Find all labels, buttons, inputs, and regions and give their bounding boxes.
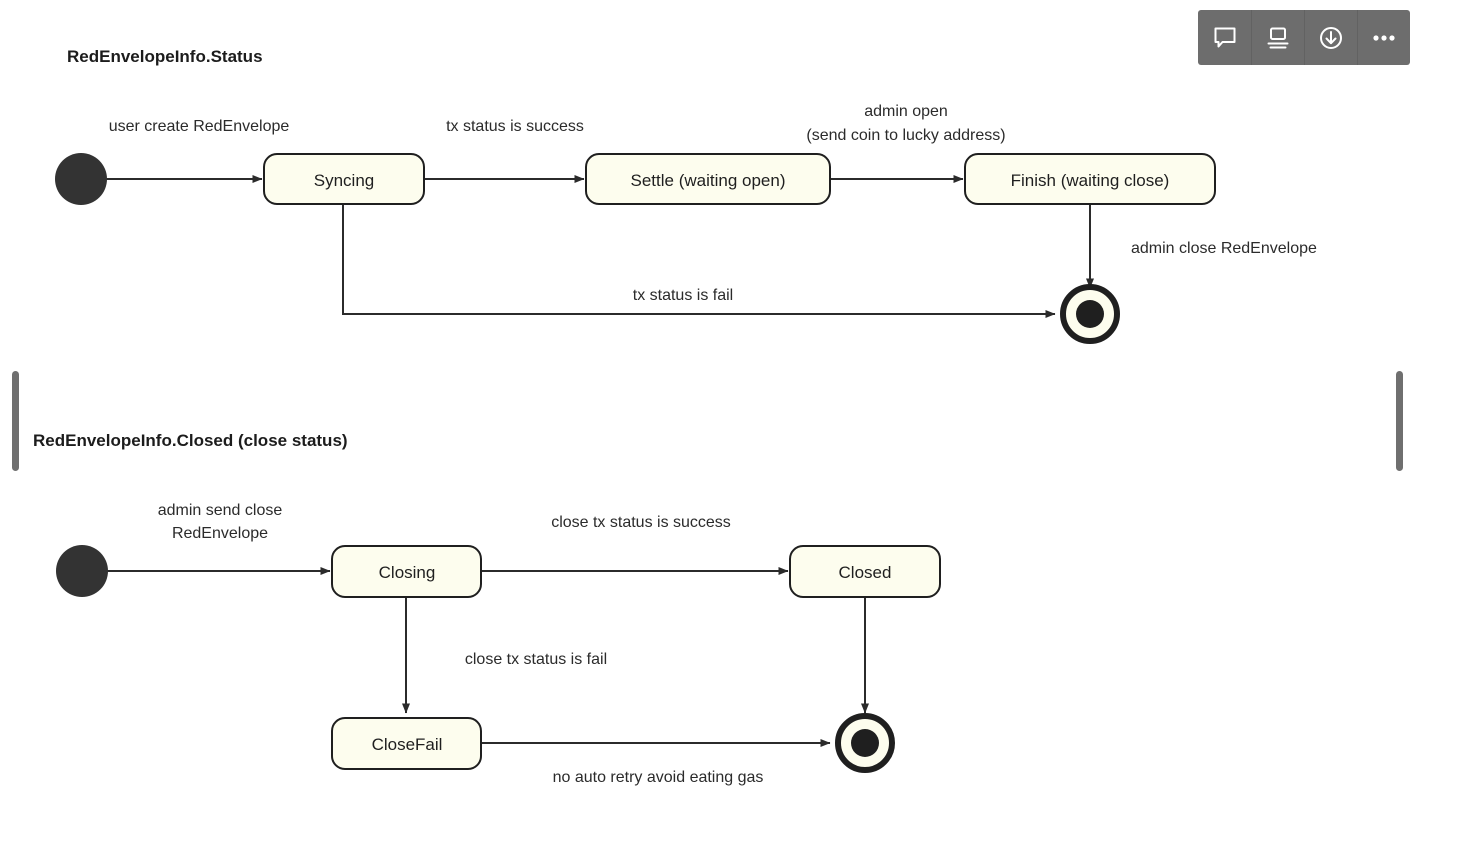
present-button[interactable] <box>1251 10 1304 65</box>
state-node-finish[interactable]: Finish (waiting close) <box>964 153 1216 205</box>
start-state-node-2 <box>56 545 108 597</box>
state-node-syncing-label: Syncing <box>314 171 374 190</box>
resize-handle-right[interactable] <box>1396 371 1403 471</box>
state-node-closing-label: Closing <box>379 563 436 582</box>
edge-label-no-auto-retry: no auto retry avoid eating gas <box>553 769 764 786</box>
edge-label-admin-open-line1: admin open <box>864 103 948 120</box>
more-icon <box>1370 25 1398 51</box>
edge-label-admin-send-close-line1: admin send close <box>158 502 283 519</box>
state-diagram-closed: Closing Closed CloseFail admin send clos… <box>56 502 941 786</box>
present-icon <box>1265 25 1291 51</box>
edge-label-user-create: user create RedEnvelope <box>109 118 290 135</box>
resize-handle-left[interactable] <box>12 371 19 471</box>
floating-toolbar <box>1198 10 1410 65</box>
state-node-finish-label: Finish (waiting close) <box>1011 171 1170 190</box>
state-node-closing[interactable]: Closing <box>331 545 482 598</box>
edge-label-admin-close: admin close RedEnvelope <box>1131 240 1317 257</box>
page-title-closed: RedEnvelopeInfo.Closed (close status) <box>33 431 348 450</box>
state-node-closefail[interactable]: CloseFail <box>331 717 482 770</box>
state-node-syncing[interactable]: Syncing <box>263 153 425 205</box>
edge-label-close-tx-fail: close tx status is fail <box>465 651 607 668</box>
edge-label-admin-send-close-line2: RedEnvelope <box>172 525 268 542</box>
edge-label-close-tx-success: close tx status is success <box>551 514 731 531</box>
state-node-settle[interactable]: Settle (waiting open) <box>585 153 831 205</box>
edge-label-admin-open-line2: (send coin to lucky address) <box>806 127 1005 144</box>
start-state-node <box>55 153 107 205</box>
comment-icon <box>1212 25 1238 51</box>
end-state-node-2 <box>835 713 895 773</box>
end-state-node <box>1060 284 1120 344</box>
edge-label-tx-fail: tx status is fail <box>633 287 733 304</box>
comment-button[interactable] <box>1198 10 1251 65</box>
download-icon <box>1318 25 1344 51</box>
state-node-closed-label: Closed <box>839 563 892 582</box>
page-title-status: RedEnvelopeInfo.Status <box>67 47 263 66</box>
state-node-settle-label: Settle (waiting open) <box>631 171 786 190</box>
edge-label-tx-success: tx status is success <box>446 118 584 135</box>
download-button[interactable] <box>1304 10 1357 65</box>
state-node-closefail-label: CloseFail <box>372 735 443 754</box>
more-button[interactable] <box>1357 10 1410 65</box>
state-node-closed[interactable]: Closed <box>789 545 941 598</box>
